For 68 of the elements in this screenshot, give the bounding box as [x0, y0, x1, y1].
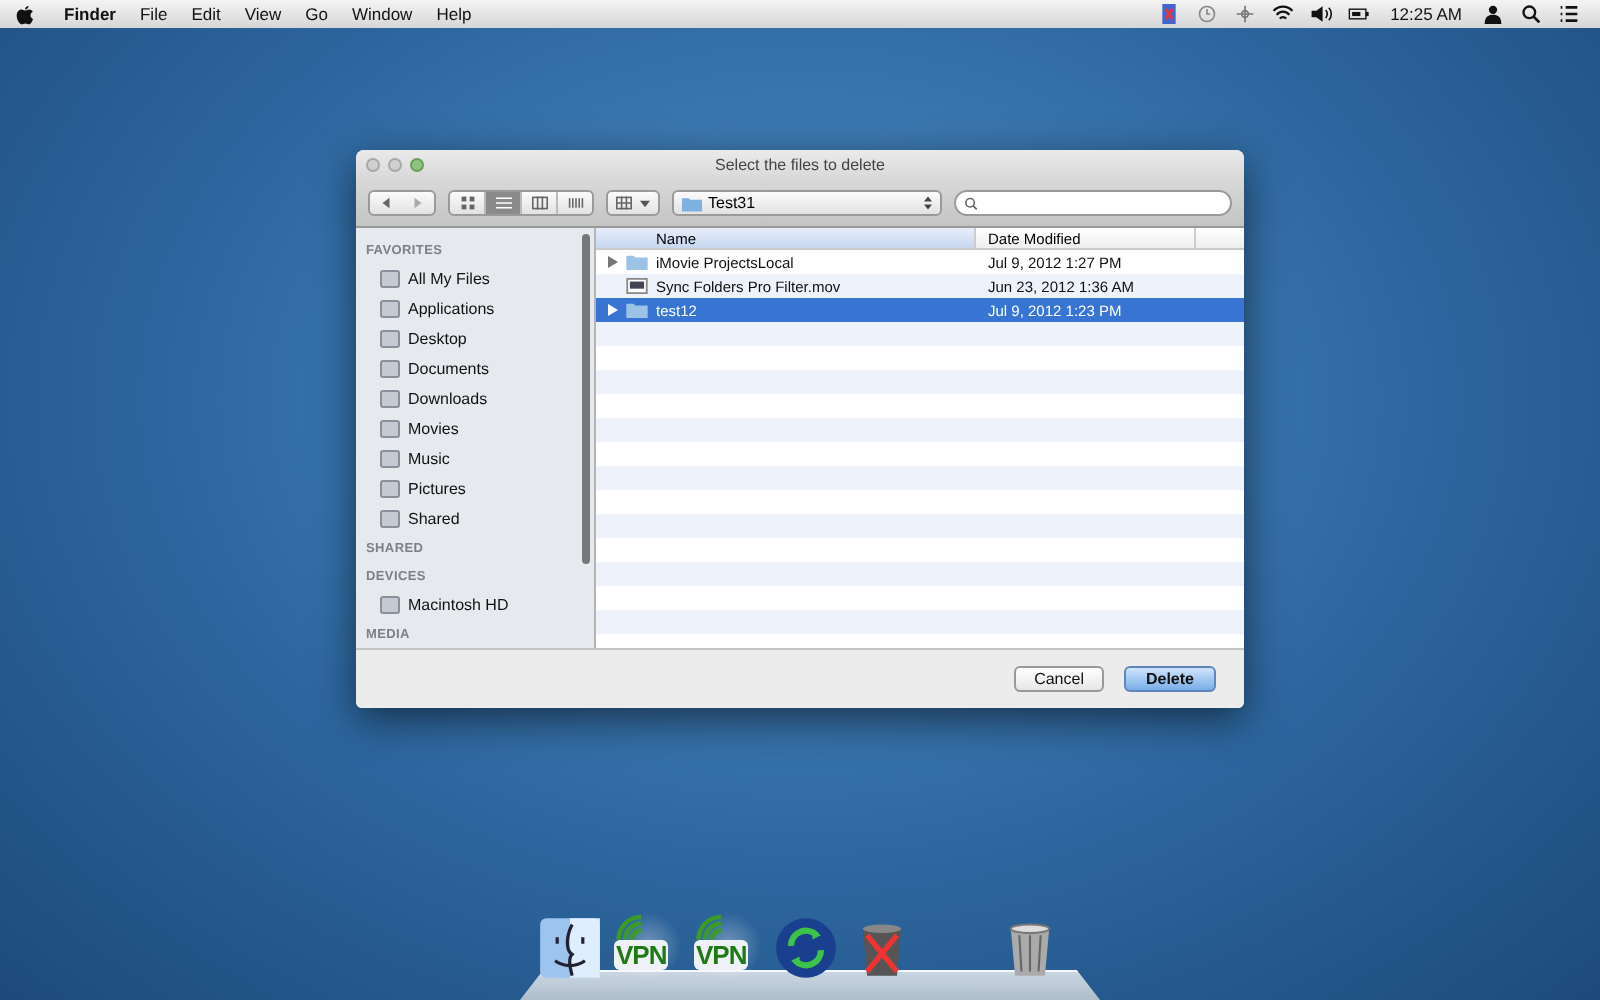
sidebar-item[interactable]: Applications [356, 294, 594, 324]
crosshair-icon[interactable] [1234, 4, 1257, 24]
wifi-icon[interactable] [1272, 4, 1295, 24]
vpn-icon[interactable]: VPN [614, 912, 682, 980]
search-icon [964, 195, 979, 211]
back-arrow-icon[interactable] [378, 196, 394, 210]
menu-item[interactable]: Go [293, 4, 340, 24]
location-popup[interactable]: Test31 [672, 190, 942, 216]
disclosure-triangle-icon[interactable] [608, 256, 618, 268]
sidebar-item[interactable]: All My Files [356, 264, 594, 294]
menu-item[interactable]: Finder [52, 4, 128, 24]
sidebar-item[interactable]: Documents [356, 354, 594, 384]
tile-icon [380, 360, 400, 378]
back-forward-control[interactable] [368, 190, 436, 216]
tile-icon [380, 390, 400, 408]
menu-item[interactable]: Edit [179, 4, 233, 24]
vpn-icon[interactable]: VPN [694, 912, 762, 980]
folder-icon [626, 254, 648, 270]
sidebar-item[interactable]: Music [356, 444, 594, 474]
tile-icon [380, 330, 400, 348]
list-icon [495, 196, 511, 210]
cancel-button[interactable]: Cancel [1014, 666, 1104, 692]
scrollbar-thumb[interactable] [582, 234, 590, 564]
grid-icon [459, 196, 475, 210]
sidebar-item[interactable]: Downloads [356, 384, 594, 414]
view-mode-button[interactable] [484, 192, 520, 214]
search-icon[interactable] [1520, 4, 1542, 24]
disclosure-triangle-icon[interactable] [608, 304, 618, 316]
filmstrip-icon [567, 196, 583, 210]
search-field[interactable] [954, 190, 1232, 216]
sidebar-item[interactable]: Macintosh HD [356, 590, 594, 620]
menu-item[interactable]: File [127, 4, 180, 24]
clock-icon[interactable] [1196, 4, 1219, 24]
folder-icon [682, 195, 702, 211]
menu-clock[interactable]: 12:25 AM [1378, 4, 1474, 24]
status-icon[interactable] [1158, 4, 1181, 24]
tile-icon [380, 480, 400, 498]
delete-button[interactable]: Delete [1123, 666, 1216, 692]
tile-icon [380, 510, 400, 528]
volume-icon[interactable] [1310, 4, 1333, 24]
stepper-arrows-icon [924, 196, 932, 210]
menu-item[interactable]: Help [424, 4, 484, 24]
window-title: Select the files to delete [713, 156, 887, 174]
apple-logo-icon[interactable] [16, 3, 34, 25]
list-icon[interactable] [1558, 4, 1580, 24]
tile-icon [380, 270, 400, 288]
menu-item[interactable]: View [232, 4, 294, 24]
columns-icon [531, 196, 547, 210]
folder-icon [626, 302, 648, 318]
movie-file-icon [626, 278, 648, 294]
finder-face-icon[interactable] [538, 916, 602, 980]
battery-icon[interactable] [1348, 4, 1371, 24]
user-icon[interactable] [1482, 4, 1504, 24]
tile-icon [380, 300, 400, 318]
sidebar-item[interactable]: Pictures [356, 474, 594, 504]
tile-icon [380, 596, 400, 614]
vpn-label: VPN [694, 940, 749, 970]
sidebar-item[interactable]: Shared [356, 504, 594, 534]
vpn-label: VPN [614, 940, 669, 970]
tile-icon [380, 420, 400, 438]
menu-item[interactable]: Window [339, 4, 425, 24]
tile-icon [380, 450, 400, 468]
grid-icon [616, 196, 632, 210]
sidebar-item[interactable]: Movies [356, 414, 594, 444]
arrange-button[interactable] [606, 190, 660, 216]
caret-icon [640, 199, 650, 207]
sidebar-item[interactable]: Desktop [356, 324, 594, 354]
sync-arrows-icon[interactable] [774, 916, 838, 980]
